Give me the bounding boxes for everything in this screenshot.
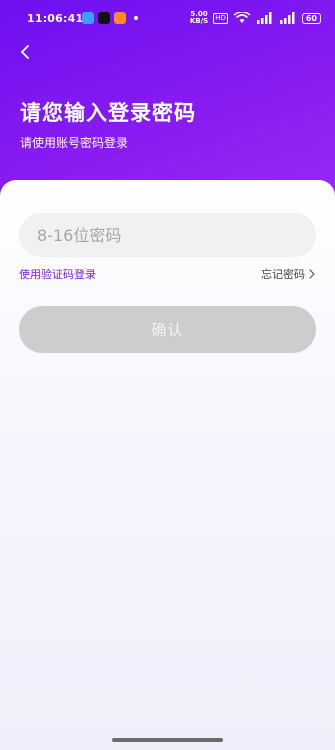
home-indicator[interactable] bbox=[112, 738, 223, 742]
more-notifications-dot-icon bbox=[134, 16, 138, 20]
forgot-password-label: 忘记密码 bbox=[261, 268, 305, 281]
hd-badge: HD bbox=[213, 12, 228, 24]
forgot-password-link[interactable]: 忘记密码 bbox=[261, 266, 315, 282]
notification-icons bbox=[82, 12, 138, 24]
status-bar: 11:06:41 5.00 KB/S HD 60 bbox=[0, 0, 335, 38]
confirm-button[interactable]: 确认 bbox=[19, 306, 316, 353]
chevron-right-icon bbox=[309, 269, 315, 279]
wifi-icon bbox=[233, 12, 251, 23]
tiktok-icon bbox=[98, 12, 110, 24]
orange-app-icon bbox=[114, 12, 126, 24]
status-right: 5.00 KB/S HD 60 bbox=[190, 11, 321, 25]
password-input[interactable] bbox=[19, 213, 316, 257]
chevron-left-icon bbox=[21, 45, 29, 59]
sms-code-login-link[interactable]: 使用验证码登录 bbox=[19, 266, 96, 282]
battery-icon: 60 bbox=[301, 12, 321, 24]
signal-icon-sim2 bbox=[279, 12, 295, 24]
signal-icon-sim1 bbox=[256, 12, 272, 24]
network-speed: 5.00 KB/S bbox=[190, 11, 208, 25]
network-speed-unit: KB/S bbox=[189, 17, 209, 25]
page-title: 请您输入登录密码 bbox=[20, 101, 196, 125]
back-button[interactable] bbox=[14, 40, 36, 64]
status-time: 11:06:41 bbox=[27, 12, 84, 25]
bird-app-icon bbox=[82, 12, 94, 24]
page-subtitle: 请使用账号密码登录 bbox=[20, 136, 129, 150]
